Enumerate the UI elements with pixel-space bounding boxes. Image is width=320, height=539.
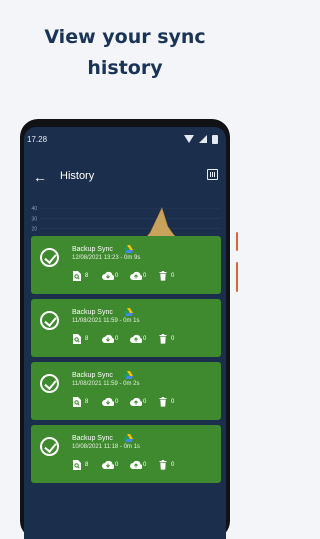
promo-headline: View your sync history	[0, 22, 250, 84]
files-count: 8	[85, 399, 89, 405]
upload-count: 0	[143, 273, 147, 279]
trash-icon	[159, 460, 167, 470]
file-search-icon	[73, 460, 81, 470]
phone-side-button-top	[236, 232, 238, 251]
cloud-upload-icon	[130, 460, 142, 470]
sync-stats: 8 0 0 0	[72, 271, 212, 281]
y-tick-label: 20	[31, 227, 37, 233]
cloud-upload-icon	[130, 334, 142, 344]
app-screen: 17.28 ← History 40302010019-Jul24-Jul29-…	[24, 127, 226, 539]
job-name: Backup Sync	[72, 246, 113, 253]
area-point	[161, 207, 163, 209]
area-point	[173, 234, 174, 236]
google-drive-icon	[124, 308, 133, 316]
delete-count: 0	[171, 336, 175, 342]
delete-count: 0	[171, 399, 175, 405]
run-timestamp: 12/08/2021 13:23 - 0m 9s	[72, 255, 141, 261]
cloud-download-icon	[102, 271, 114, 281]
google-drive-icon	[124, 245, 133, 253]
upload-count: 0	[143, 462, 147, 468]
cloud-download-icon	[102, 460, 114, 470]
success-check-icon	[40, 374, 59, 393]
signal-icon	[198, 135, 207, 143]
history-card-4[interactable]: Backup Sync 10/08/2021 11:18 - 0m 1s 8 0	[31, 425, 221, 483]
area-point	[155, 220, 157, 221]
page-title: History	[60, 170, 95, 182]
status-bar: 17.28	[24, 127, 226, 149]
battery-icon	[212, 135, 218, 144]
cloud-upload-icon	[130, 397, 142, 407]
phone-frame: 17.28 ← History 40302010019-Jul24-Jul29-…	[20, 119, 230, 539]
job-name: Backup Sync	[72, 372, 113, 379]
success-check-icon	[40, 437, 59, 456]
history-card-1[interactable]: Backup Sync 12/08/2021 13:23 - 0m 9s 8 0	[31, 236, 221, 294]
y-tick-label: 30	[31, 216, 37, 222]
app-bar: ← History	[24, 163, 226, 191]
sync-stats: 8 0 0 0	[72, 334, 212, 344]
job-name: Backup Sync	[72, 309, 113, 316]
file-search-icon	[73, 334, 81, 344]
wifi-icon	[183, 135, 194, 143]
headline-line-1: View your sync	[44, 26, 206, 48]
cloud-download-icon	[102, 334, 114, 344]
google-drive-icon	[124, 434, 133, 442]
delete-count: 0	[171, 273, 175, 279]
sync-stats: 8 0 0 0	[72, 460, 212, 470]
calendar-grid-icon[interactable]	[207, 169, 218, 180]
run-timestamp: 11/08/2021 11:59 - 0m 2s	[72, 381, 140, 387]
file-search-icon	[73, 397, 81, 407]
area-point	[167, 226, 169, 227]
status-icons	[181, 135, 218, 144]
sync-stats: 8 0 0 0	[72, 397, 212, 407]
google-drive-icon	[124, 371, 133, 379]
run-timestamp: 10/08/2021 11:18 - 0m 1s	[72, 444, 140, 450]
history-card-2[interactable]: Backup Sync 11/08/2021 11:59 - 0m 1s 8 0	[31, 299, 221, 357]
history-card-3[interactable]: Backup Sync 11/08/2021 11:59 - 0m 2s 8 0	[31, 362, 221, 420]
upload-count: 0	[143, 336, 147, 342]
run-timestamp: 11/08/2021 11:59 - 0m 1s	[72, 318, 140, 324]
trash-icon	[159, 334, 167, 344]
trash-icon	[159, 397, 167, 407]
job-name: Backup Sync	[72, 435, 113, 442]
back-arrow-icon[interactable]: ←	[30, 167, 50, 187]
files-count: 8	[85, 462, 89, 468]
download-count: 0	[115, 462, 119, 468]
trash-icon	[159, 271, 167, 281]
status-time: 17.28	[27, 135, 48, 144]
phone-side-button-bottom	[236, 262, 238, 292]
success-check-icon	[40, 311, 59, 330]
area-point	[149, 232, 151, 233]
file-search-icon	[73, 271, 81, 281]
files-count: 8	[85, 336, 89, 342]
download-count: 0	[115, 273, 119, 279]
delete-count: 0	[171, 462, 175, 468]
y-tick-label: 40	[31, 206, 37, 212]
cloud-download-icon	[102, 397, 114, 407]
upload-count: 0	[143, 399, 147, 405]
download-count: 0	[115, 399, 119, 405]
headline-line-2: history	[87, 57, 163, 79]
success-check-icon	[40, 248, 59, 267]
download-count: 0	[115, 336, 119, 342]
cloud-upload-icon	[130, 271, 142, 281]
files-count: 8	[85, 273, 89, 279]
